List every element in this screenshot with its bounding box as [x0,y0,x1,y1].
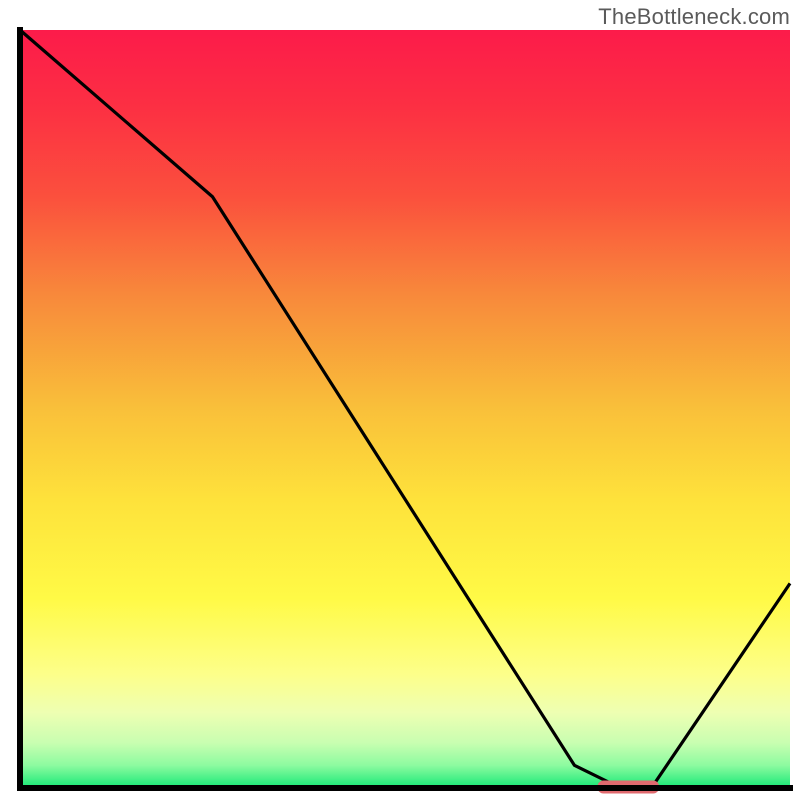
bottleneck-chart [0,0,800,800]
gradient-background [20,30,790,788]
chart-container: TheBottleneck.com [0,0,800,800]
watermark-text: TheBottleneck.com [598,4,790,30]
